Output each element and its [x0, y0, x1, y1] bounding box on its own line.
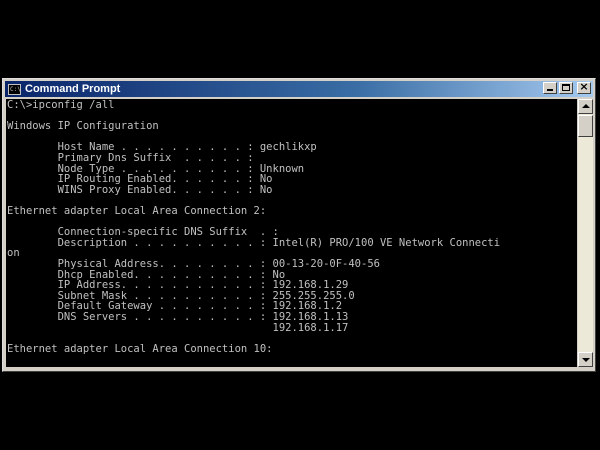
arrow-down-icon [582, 358, 590, 362]
console-icon[interactable]: C:\ [8, 83, 21, 95]
scroll-down-button[interactable] [578, 352, 593, 367]
console-line: Windows IP Configuration [7, 120, 159, 133]
minimize-icon [547, 89, 553, 91]
arrow-up-icon [582, 104, 590, 108]
scroll-thumb[interactable] [578, 115, 593, 137]
maximize-icon [562, 84, 570, 91]
maximize-button[interactable] [559, 82, 573, 94]
command-prompt-window: C:\ Command Prompt × C:\>ipconfig /all Wi… [2, 78, 596, 372]
scroll-up-button[interactable] [578, 99, 593, 114]
minimize-button[interactable] [543, 82, 557, 94]
window-controls: × [543, 80, 591, 94]
window-title: Command Prompt [25, 83, 121, 95]
close-icon: × [579, 80, 589, 93]
console-line: Ethernet adapter Local Area Connection 1… [7, 342, 273, 355]
console-line: WINS Proxy Enabled. . . . . . : No [7, 183, 273, 196]
console-output[interactable]: C:\>ipconfig /all Windows IP Configuratio… [6, 99, 577, 367]
console-line: Description . . . . . . . . . . : Intel(… [7, 236, 501, 249]
close-button[interactable]: × [577, 80, 591, 94]
console-line: C:\>ipconfig /all [7, 99, 115, 111]
console-line: Ethernet adapter Local Area Connection 2… [7, 205, 267, 217]
console-line: 192.168.1.17 [7, 321, 349, 334]
vertical-scrollbar[interactable] [578, 99, 593, 367]
title-bar[interactable]: C:\ Command Prompt × [5, 81, 593, 97]
